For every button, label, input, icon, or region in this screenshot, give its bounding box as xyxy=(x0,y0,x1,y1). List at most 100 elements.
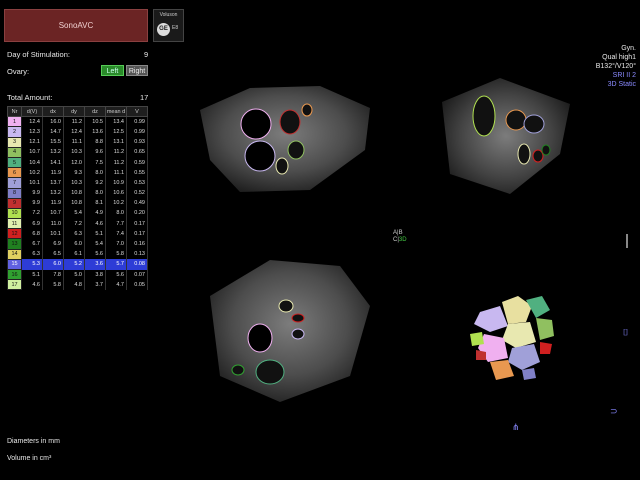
row-number-cell: 6 xyxy=(7,167,22,179)
table-cell: 5.4 xyxy=(63,208,85,219)
column-header[interactable]: dx xyxy=(42,105,64,118)
table-cell: 0.07 xyxy=(126,269,148,280)
table-cell: 0.49 xyxy=(126,198,148,209)
column-header[interactable]: dz xyxy=(84,105,106,118)
table-cell: 6.7 xyxy=(21,238,43,250)
ovary-left-button[interactable]: Left xyxy=(101,65,124,76)
ultrasound-view-a[interactable] xyxy=(190,80,376,195)
table-header-row: Nr d(V) dx dy dz mean dV xyxy=(7,105,148,118)
table-cell: 5.6 xyxy=(84,249,106,260)
render-info-line: Gyn. xyxy=(621,45,636,52)
table-row[interactable]: 15 5.3 6.0 5.2 3.6 5.7 0.08 xyxy=(7,258,148,271)
table-cell: 0.99 xyxy=(126,126,148,138)
table-cell: 10.8 xyxy=(63,198,85,209)
table-cell: 11.0 xyxy=(42,218,64,229)
table-cell: 7.4 xyxy=(105,228,127,239)
table-cell: 11.9 xyxy=(42,198,64,209)
table-cell: 13.2 xyxy=(42,188,64,199)
row-number-cell: 9 xyxy=(7,197,22,209)
scale-tick-icon xyxy=(626,234,628,248)
table-row[interactable]: 14 6.3 6.5 6.1 5.6 5.8 0.13 xyxy=(7,248,148,260)
column-header[interactable]: d(V) xyxy=(21,105,43,118)
row-number-cell: 3 xyxy=(7,136,22,148)
table-cell: 10.7 xyxy=(21,147,43,158)
view-marker-d: 3D xyxy=(398,237,407,243)
view-marker-b: B xyxy=(398,230,403,236)
table-row[interactable]: 1 12.4 16.0 11.2 10.5 13.4 0.99 xyxy=(7,116,148,128)
row-number-cell: 15 xyxy=(7,258,22,271)
table-cell: 16.0 xyxy=(42,116,64,127)
table-cell: 3.7 xyxy=(84,279,106,290)
table-cell: 4.6 xyxy=(21,279,43,290)
total-amount-value: 17 xyxy=(140,93,149,102)
table-cell: 5.4 xyxy=(84,238,106,250)
table-cell: 7.5 xyxy=(84,157,106,168)
logo-suffix: E8 xyxy=(172,25,179,31)
ultrasound-view-b[interactable] xyxy=(430,74,575,204)
table-cell: 8.0 xyxy=(84,188,106,199)
table-row[interactable]: 8 9.9 13.2 10.8 8.0 10.6 0.52 xyxy=(7,187,148,199)
table-row[interactable]: 16 5.1 7.8 5.0 3.8 5.6 0.07 xyxy=(7,268,148,281)
table-cell: 9.9 xyxy=(21,188,43,199)
brand-logo: Voluson GE E8 xyxy=(153,9,184,42)
table-cell: 10.6 xyxy=(105,188,127,199)
table-cell: 8.8 xyxy=(84,137,106,148)
table-row[interactable]: 17 4.6 5.8 4.8 3.7 4.7 0.05 xyxy=(7,279,148,291)
table-row[interactable]: 3 12.1 15.5 11.1 8.8 13.1 0.93 xyxy=(7,136,148,148)
table-row[interactable]: 7 10.1 13.7 10.3 9.2 10.9 0.53 xyxy=(7,177,148,189)
table-cell: 5.7 xyxy=(105,259,127,270)
table-cell: 5.8 xyxy=(42,279,64,290)
render-info-line: 3D Static xyxy=(607,81,636,88)
view-marker[interactable]: A|B C|3D xyxy=(393,230,407,244)
render-info-line: Qual high1 xyxy=(602,54,636,61)
table-cell: 3.6 xyxy=(84,259,106,270)
row-number-cell: 4 xyxy=(7,146,22,158)
table-row[interactable]: 9 9.9 11.9 10.8 8.1 10.2 0.49 xyxy=(7,197,148,209)
table-row[interactable]: 12 6.8 10.1 6.3 5.1 7.4 0.17 xyxy=(7,228,148,240)
table-cell: 14.1 xyxy=(42,157,64,168)
orientation-icon: ⌷ xyxy=(623,327,629,337)
column-header[interactable]: dy xyxy=(63,105,85,118)
column-header[interactable]: mean d xyxy=(105,105,127,118)
render-info: Gyn. Qual high1 B132°/V120° SRI II 2 3D … xyxy=(596,44,636,89)
ultrasound-view-c[interactable] xyxy=(200,256,376,406)
total-amount-label: Total Amount: xyxy=(7,93,53,102)
table-cell: 6.3 xyxy=(63,228,85,239)
table-cell: 12.5 xyxy=(105,126,127,138)
table-cell: 0.52 xyxy=(126,188,148,199)
table-cell: 5.2 xyxy=(63,259,85,270)
table-cell: 10.3 xyxy=(63,177,85,188)
table-cell: 7.8 xyxy=(42,269,64,280)
table-cell: 7.0 xyxy=(105,238,127,250)
render-info-line: SRI II 2 xyxy=(612,72,636,79)
table-cell: 9.9 xyxy=(21,198,43,209)
table-row[interactable]: 6 10.2 11.9 9.3 8.0 11.1 0.55 xyxy=(7,167,148,179)
follicle-table: Nr d(V) dx dy dz mean dV 1 12.4 16.0 11.2 10.5 13.… xyxy=(7,105,148,291)
table-row[interactable]: 13 6.7 6.9 6.0 5.4 7.0 0.16 xyxy=(7,238,148,250)
ge-logo-icon: GE xyxy=(157,23,170,36)
3d-follicle-render[interactable] xyxy=(460,292,560,382)
render-info-line: B132°/V120° xyxy=(595,63,636,70)
app-title: SonoAVC xyxy=(58,21,94,30)
row-number-cell: 2 xyxy=(7,126,22,138)
table-cell: 11.9 xyxy=(42,167,64,178)
table-cell: 4.9 xyxy=(84,208,106,219)
view-marker-a: A xyxy=(393,230,398,236)
table-row[interactable]: 11 6.9 11.0 7.2 4.6 7.7 0.17 xyxy=(7,218,148,230)
table-row[interactable]: 5 10.4 14.1 12.0 7.5 11.2 0.59 xyxy=(7,156,148,169)
ovary-label: Ovary: xyxy=(7,67,30,76)
column-header[interactable]: Nr xyxy=(7,105,22,118)
app-title-box: SonoAVC xyxy=(4,9,148,42)
table-row[interactable]: 10 7.2 10.7 5.4 4.9 8.0 0.20 xyxy=(7,207,148,220)
ovary-right-button[interactable]: Right xyxy=(126,65,148,76)
table-cell: 0.99 xyxy=(126,116,148,127)
table-cell: 9.2 xyxy=(84,177,106,188)
stimulation-value: 9 xyxy=(144,50,149,59)
column-header[interactable]: V xyxy=(126,105,148,118)
table-cell: 13.1 xyxy=(105,137,127,148)
table-row[interactable]: 2 12.3 14.7 12.4 13.6 12.5 0.99 xyxy=(7,126,148,138)
table-cell: 5.3 xyxy=(21,259,43,270)
table-cell: 0.17 xyxy=(126,218,148,229)
table-row[interactable]: 4 10.7 13.2 10.3 9.6 11.2 0.65 xyxy=(7,146,148,158)
table-cell: 10.1 xyxy=(21,177,43,188)
